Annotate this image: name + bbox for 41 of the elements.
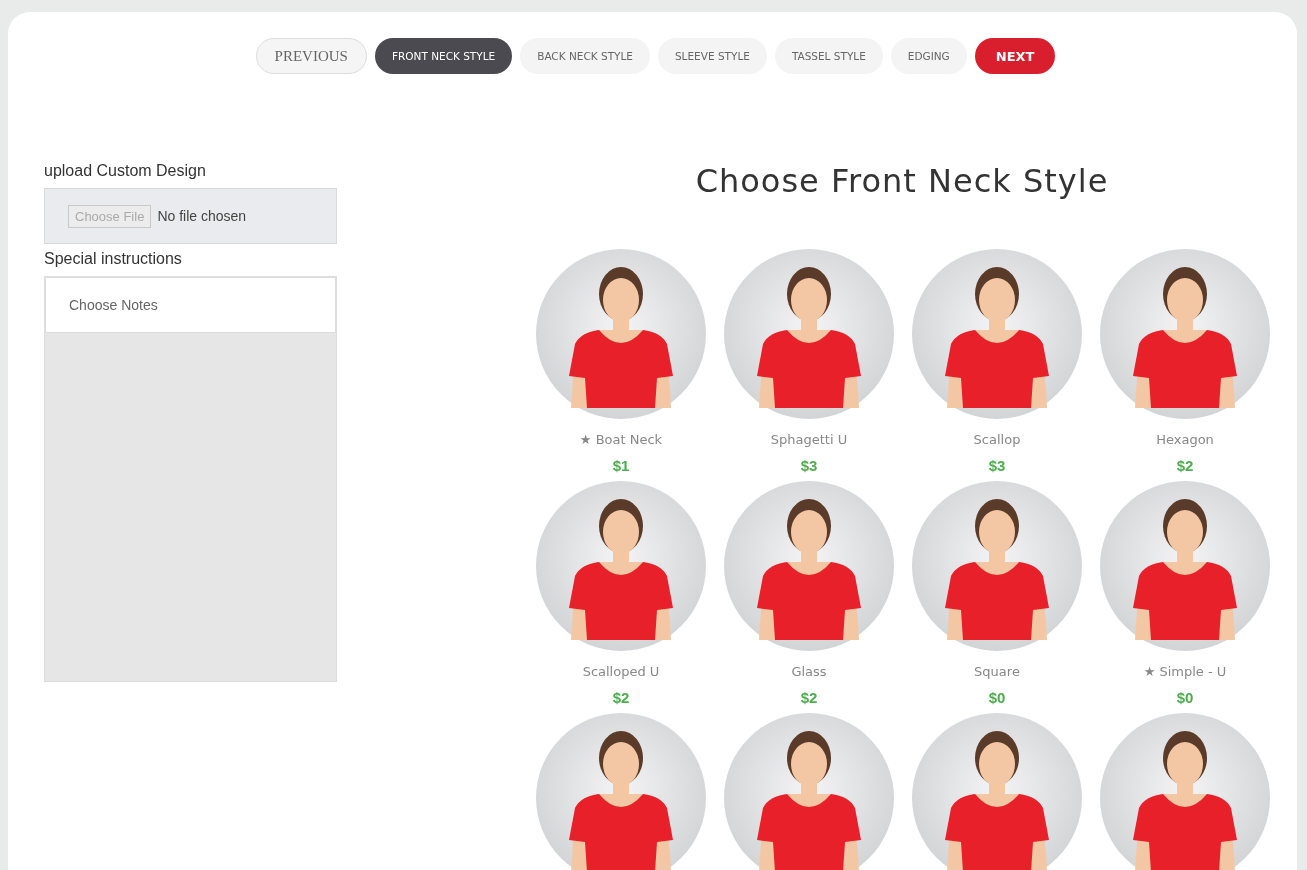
- step-tab[interactable]: FRONT NECK STYLE: [374, 38, 513, 74]
- style-name: Glass: [791, 664, 827, 679]
- blouse-figure-drawing[interactable]: [723, 248, 895, 420]
- style-price: $2: [612, 689, 630, 706]
- step-tab[interactable]: TASSEL STYLE: [774, 38, 883, 74]
- blouse-figure-drawing[interactable]: [535, 712, 707, 870]
- style-name: Scalloped U: [582, 664, 660, 679]
- step-tab[interactable]: SLEEVE STYLE: [657, 38, 767, 74]
- upload-label: upload Custom Design: [44, 162, 207, 180]
- style-price: $2: [1176, 457, 1194, 474]
- blouse-figure-drawing[interactable]: [1099, 712, 1271, 870]
- section-heading: Choose Front Neck Style: [694, 162, 1110, 200]
- blouse-figure-drawing[interactable]: [535, 480, 707, 652]
- blouse-figure-drawing[interactable]: [723, 480, 895, 652]
- step-tab[interactable]: BACK NECK STYLE: [520, 38, 650, 74]
- step-tab[interactable]: EDGING: [890, 38, 967, 74]
- blouse-figure-drawing[interactable]: [911, 248, 1083, 420]
- style-price: $0: [988, 689, 1006, 706]
- file-upload-field[interactable]: Choose File No file chosen: [44, 188, 337, 244]
- previous-button[interactable]: PREVIOUS: [255, 38, 367, 74]
- next-button[interactable]: NEXT: [974, 38, 1056, 74]
- blouse-figure-drawing[interactable]: [1099, 248, 1271, 420]
- blouse-figure-drawing[interactable]: [911, 480, 1083, 652]
- file-status: No file chosen: [157, 208, 247, 224]
- blouse-figure-drawing[interactable]: [723, 712, 895, 870]
- style-name: Scallop: [973, 432, 1021, 447]
- style-name: ★ Simple - U: [1143, 664, 1227, 679]
- style-price: $1: [612, 457, 630, 474]
- instructions-label: Special instructions: [44, 250, 183, 268]
- style-price: $2: [800, 689, 818, 706]
- style-price: $3: [988, 457, 1006, 474]
- style-name: Sphagetti U: [770, 432, 848, 447]
- style-price: $3: [800, 457, 818, 474]
- blouse-figure-drawing[interactable]: [911, 712, 1083, 870]
- blouse-figure-drawing[interactable]: [1099, 480, 1271, 652]
- notes-field[interactable]: Choose Notes: [45, 277, 336, 333]
- style-name: Square: [974, 664, 1020, 679]
- style-price: $0: [1176, 689, 1194, 706]
- style-name: ★ Boat Neck: [579, 432, 663, 447]
- style-name: Hexagon: [1156, 432, 1214, 447]
- blouse-figure-drawing[interactable]: [535, 248, 707, 420]
